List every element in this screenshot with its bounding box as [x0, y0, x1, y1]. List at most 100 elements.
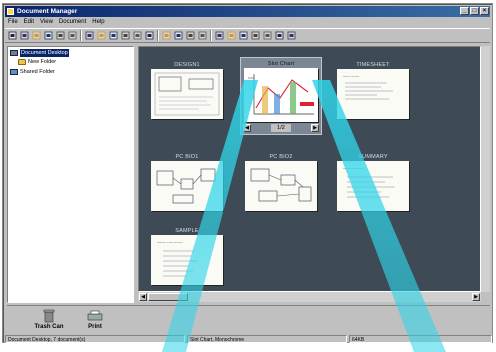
- paste-button[interactable]: [108, 30, 119, 41]
- menu-help[interactable]: Help: [92, 18, 104, 27]
- menu-view[interactable]: View: [40, 18, 53, 27]
- stack-icon: [215, 31, 224, 40]
- document-page: ~~~ ~~~~: [337, 69, 409, 119]
- properties-button[interactable]: [262, 30, 273, 41]
- document-title: SAMPLE: [175, 228, 199, 234]
- desktop-tray: Trash Can Print: [7, 305, 490, 335]
- document-viewer[interactable]: DESIGN1 Slot Chart ◀ 1/2 ▶ TIMESHEET ~~~…: [138, 46, 481, 292]
- scroll-left-button[interactable]: ◀: [139, 293, 147, 301]
- document-thumb-sample[interactable]: SAMPLE ~~~~ ~~~ ~~~~: [149, 227, 225, 285]
- unstack-button[interactable]: [226, 30, 237, 41]
- toolbar-separator: [80, 30, 82, 41]
- folder-tree: Document Desktop New Folder Shared Folde…: [7, 46, 134, 303]
- rotate-right-button[interactable]: [173, 30, 184, 41]
- title-bar[interactable]: Document Manager _ □ ×: [5, 6, 490, 17]
- print-button[interactable]: Print: [77, 309, 113, 330]
- window-controls: _ □ ×: [460, 7, 489, 15]
- help-icon: [275, 31, 284, 40]
- document-thumb-slot-chart[interactable]: Slot Chart ◀ 1/2 ▶: [240, 57, 322, 135]
- tree-node-shared-folder[interactable]: Shared Folder: [10, 68, 55, 76]
- window-title: Document Manager: [17, 8, 78, 15]
- document-thumb-pc-bio1[interactable]: PC BIO1: [149, 153, 225, 211]
- trash-button[interactable]: [286, 30, 297, 41]
- send-button[interactable]: [250, 30, 261, 41]
- find-button[interactable]: [132, 30, 143, 41]
- menu-file[interactable]: File: [8, 18, 18, 27]
- cut-button[interactable]: [84, 30, 95, 41]
- tree-node-document-desktop[interactable]: Document Desktop: [10, 49, 69, 57]
- trash-can-button[interactable]: Trash Can: [31, 309, 67, 330]
- zoom-out-icon: [198, 31, 207, 40]
- menu-document[interactable]: Document: [59, 18, 86, 27]
- unstack-icon: [227, 31, 236, 40]
- document-title: TIMESHEET: [356, 62, 390, 68]
- copy-icon: [97, 31, 106, 40]
- print-label: Print: [88, 324, 102, 330]
- print-button[interactable]: [55, 30, 66, 41]
- copy-button[interactable]: [96, 30, 107, 41]
- save-button[interactable]: [43, 30, 54, 41]
- undo-button[interactable]: [120, 30, 131, 41]
- next-page-button[interactable]: ▶: [311, 124, 319, 132]
- zoom-out-button[interactable]: [197, 30, 208, 41]
- page-number: 1/2: [271, 124, 291, 132]
- document-title: DESIGN1: [174, 62, 200, 68]
- open-button[interactable]: [19, 30, 30, 41]
- document-thumb-design1[interactable]: DESIGN1: [149, 61, 225, 119]
- mail-button[interactable]: [238, 30, 249, 41]
- zoom-button[interactable]: [185, 30, 196, 41]
- new-button[interactable]: [7, 30, 18, 41]
- fax-icon: [68, 31, 77, 40]
- vertical-scrollbar[interactable]: [481, 46, 490, 292]
- print-icon: [56, 31, 65, 40]
- printer-icon: [87, 310, 103, 321]
- properties-icon: [263, 31, 272, 40]
- previous-page-button[interactable]: ◀: [243, 124, 251, 132]
- desktop-icon: [10, 50, 18, 56]
- delete-icon: [145, 31, 154, 40]
- close-button[interactable]: ×: [480, 7, 489, 15]
- help-button[interactable]: [274, 30, 285, 41]
- document-thumb-pc-bio2[interactable]: PC BIO2: [243, 153, 319, 211]
- scroll-right-button[interactable]: ▶: [472, 293, 480, 301]
- tree-node-label: Shared Folder: [20, 69, 55, 75]
- page-navigator: ◀ 1/2 ▶: [243, 124, 319, 132]
- toolbar: [5, 28, 490, 43]
- app-icon: [7, 8, 14, 15]
- status-size: 64KB: [349, 335, 492, 343]
- status-bar: Document Desktop, 7 document(s) Slot Cha…: [5, 335, 492, 343]
- menu-edit[interactable]: Edit: [24, 18, 34, 27]
- scroll-thumb[interactable]: [148, 293, 188, 301]
- document-manager-window: Document Manager _ □ × File Edit View Do…: [2, 3, 493, 343]
- send-icon: [251, 31, 260, 40]
- tree-node-new-folder[interactable]: New Folder: [18, 58, 56, 66]
- document-thumb-summary[interactable]: SUMMARY ~~~~ ~~~~~: [335, 153, 411, 211]
- status-location: Document Desktop, 7 document(s): [5, 335, 185, 343]
- folder-button[interactable]: [31, 30, 42, 41]
- svg-text:~~~~ ~~~ ~~~~: ~~~~ ~~~ ~~~~: [157, 240, 184, 245]
- document-title: SUMMARY: [358, 154, 388, 160]
- document-title: PC BIO1: [175, 154, 199, 160]
- document-thumb-timesheet[interactable]: TIMESHEET ~~~ ~~~~: [335, 61, 411, 119]
- status-selection: Slot Chart, Monochrome: [187, 335, 347, 343]
- open-icon: [20, 31, 29, 40]
- document-page: [245, 161, 317, 211]
- trash-can-icon: [43, 309, 55, 323]
- horizontal-scrollbar[interactable]: ◀ ▶: [138, 292, 481, 302]
- zoom-icon: [186, 31, 195, 40]
- rotate-left-button[interactable]: [161, 30, 172, 41]
- maximize-button[interactable]: □: [470, 7, 479, 15]
- save-icon: [44, 31, 53, 40]
- document-page: [244, 68, 318, 122]
- delete-button[interactable]: [144, 30, 155, 41]
- toolbar-separator: [157, 30, 159, 41]
- minimize-button[interactable]: _: [460, 7, 469, 15]
- stack-button[interactable]: [214, 30, 225, 41]
- toolbar-separator: [210, 30, 212, 41]
- svg-text:~~~ ~~~~: ~~~ ~~~~: [343, 74, 360, 79]
- document-title: PC BIO2: [269, 154, 293, 160]
- undo-icon: [121, 31, 130, 40]
- trash-icon: [287, 31, 296, 40]
- fax-button[interactable]: [67, 30, 78, 41]
- folder-icon: [18, 59, 26, 65]
